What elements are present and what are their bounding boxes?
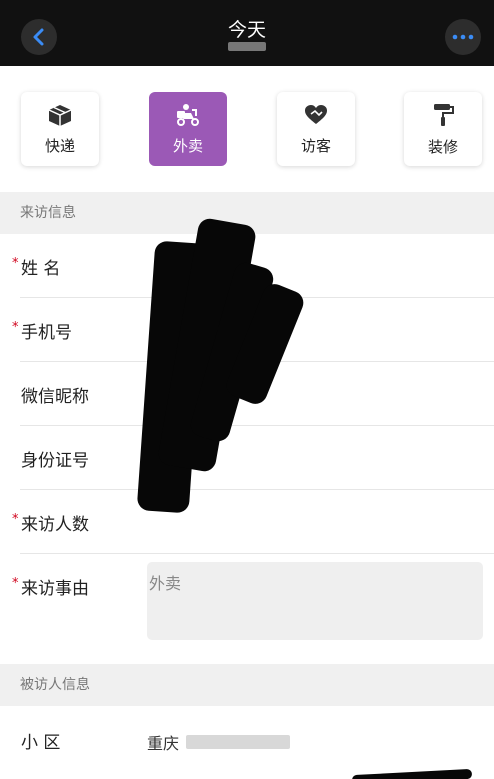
visit-type-label: 访客 — [300, 136, 331, 155]
visit-type-label: 快递 — [44, 136, 75, 155]
host-form: 小 区 重庆 — [0, 706, 494, 779]
visit-type-label: 外卖 — [172, 136, 203, 155]
field-community[interactable]: 小 区 重庆 — [0, 706, 494, 779]
field-label: 手机号 — [21, 323, 72, 343]
heart-handshake-icon — [305, 104, 327, 124]
field-id-number[interactable]: 身份证号 — [0, 426, 494, 490]
field-label: 来访人数 — [21, 515, 89, 535]
visit-reason-textarea[interactable]: 外卖 — [147, 562, 483, 640]
field-label: 姓 名 — [21, 259, 61, 279]
visit-type-express[interactable]: 快递 — [21, 92, 99, 166]
required-marker: * — [12, 256, 19, 271]
package-icon — [48, 104, 72, 126]
required-marker: * — [12, 320, 19, 335]
delivery-scooter-icon — [177, 103, 199, 126]
visitor-form: * 姓 名 * 手机号 微信昵称 身份证号 * 来访人数 * 来访事由 外卖 — [0, 216, 494, 664]
required-marker: * — [12, 512, 19, 527]
more-dots-icon — [452, 34, 474, 40]
page-title: 今天 — [227, 19, 266, 41]
field-value: 重庆 — [147, 734, 180, 753]
required-marker: * — [12, 576, 19, 591]
section-header-host: 被访人信息 — [0, 664, 494, 706]
field-label: 身份证号 — [21, 451, 89, 471]
field-label: 微信昵称 — [21, 387, 89, 407]
more-button[interactable] — [445, 19, 481, 55]
paint-roller-icon — [434, 103, 454, 126]
visit-type-label: 装修 — [427, 137, 458, 156]
visit-type-takeout[interactable]: 外卖 — [149, 92, 227, 166]
field-visitor-count[interactable]: * 来访人数 — [0, 490, 494, 554]
visit-type-selector: 快递 外卖 访客 装修 — [0, 66, 494, 192]
page-subtitle-obscured — [0, 41, 494, 54]
top-nav-bar: 今天 — [0, 0, 494, 66]
field-label: 来访事由 — [21, 579, 89, 599]
field-label: 小 区 — [21, 733, 61, 753]
visit-type-visitor[interactable]: 访客 — [277, 92, 355, 166]
field-visit-reason: * 来访事由 外卖 — [0, 554, 494, 664]
visit-type-renovation[interactable]: 装修 — [404, 92, 482, 166]
